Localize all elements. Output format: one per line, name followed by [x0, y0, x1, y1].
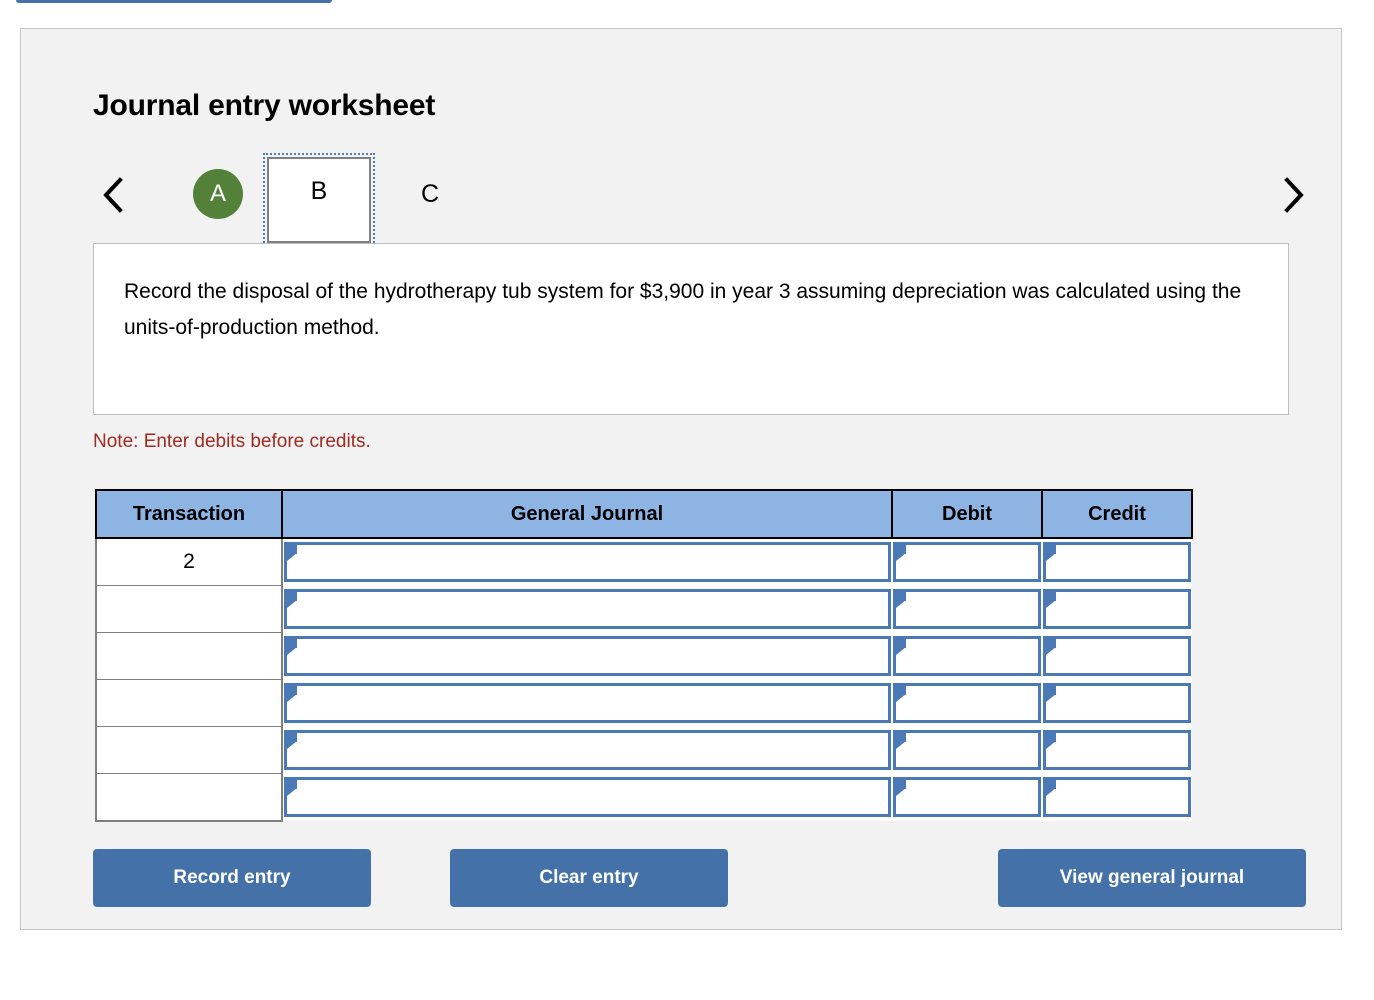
- general-journal-input[interactable]: [284, 730, 891, 770]
- table-header-row: Transaction General Journal Debit Credit: [95, 489, 1193, 539]
- general-journal-input[interactable]: [284, 777, 891, 818]
- next-tab-button[interactable]: [1273, 171, 1313, 219]
- page-root: Journal entry worksheet A B C Record the…: [0, 0, 1374, 1000]
- debit-cell: [892, 773, 1042, 821]
- prev-tab-button[interactable]: [93, 171, 133, 219]
- general-journal-cell: [282, 773, 892, 821]
- debit-input[interactable]: [893, 730, 1041, 770]
- debit-cell: [892, 726, 1042, 774]
- credit-input[interactable]: [1043, 777, 1191, 818]
- debit-input[interactable]: [893, 589, 1041, 629]
- table-row: [95, 679, 1192, 727]
- clear-entry-button[interactable]: Clear entry: [450, 849, 728, 907]
- worksheet-tab-c-label: C: [420, 179, 440, 208]
- debit-cell: [892, 585, 1042, 633]
- chevron-left-icon: [100, 175, 126, 215]
- worksheet-tab-b[interactable]: B: [263, 153, 375, 247]
- transaction-number-cell: [95, 632, 283, 680]
- clipped-top-bar: [16, 0, 332, 3]
- journal-entry-table: Transaction General Journal Debit Credit…: [95, 489, 1193, 822]
- column-header-credit: Credit: [1041, 489, 1193, 539]
- table-row: [95, 632, 1192, 680]
- transaction-description-box: Record the disposal of the hydrotherapy …: [93, 243, 1289, 415]
- debit-cell: [892, 538, 1042, 586]
- general-journal-cell: [282, 726, 892, 774]
- chevron-right-icon: [1280, 175, 1306, 215]
- journal-entry-panel: Journal entry worksheet A B C Record the…: [20, 28, 1342, 930]
- debit-input[interactable]: [893, 777, 1041, 818]
- credit-cell: [1042, 632, 1192, 680]
- worksheet-tab-c[interactable]: C: [405, 169, 455, 219]
- transaction-number-cell: 2: [95, 537, 283, 586]
- debit-cell: [892, 679, 1042, 727]
- transaction-number-cell: [95, 726, 283, 774]
- page-title: Journal entry worksheet: [93, 89, 436, 122]
- record-entry-button[interactable]: Record entry: [93, 849, 371, 907]
- column-header-debit: Debit: [891, 489, 1043, 539]
- debit-cell: [892, 632, 1042, 680]
- transaction-number-cell: [95, 585, 283, 633]
- debit-input[interactable]: [893, 683, 1041, 723]
- transaction-description-text: Record the disposal of the hydrotherapy …: [124, 280, 1242, 339]
- credit-cell: [1042, 679, 1192, 727]
- credit-cell: [1042, 585, 1192, 633]
- general-journal-cell: [282, 679, 892, 727]
- general-journal-input[interactable]: [284, 542, 891, 583]
- table-row: [95, 585, 1192, 633]
- view-general-journal-button[interactable]: View general journal: [998, 849, 1306, 907]
- column-header-transaction: Transaction: [95, 489, 283, 539]
- credit-input[interactable]: [1043, 589, 1191, 629]
- transaction-number-cell: [95, 773, 283, 822]
- worksheet-tab-a-label: A: [209, 180, 226, 207]
- general-journal-input[interactable]: [284, 589, 891, 629]
- credit-cell: [1042, 538, 1192, 586]
- credit-input[interactable]: [1043, 730, 1191, 770]
- credit-cell: [1042, 773, 1192, 821]
- worksheet-tab-b-label: B: [310, 177, 328, 205]
- table-row: [95, 726, 1192, 774]
- table-row: [95, 773, 1192, 822]
- transaction-number-cell: [95, 679, 283, 727]
- debit-input[interactable]: [893, 542, 1041, 583]
- debit-input[interactable]: [893, 636, 1041, 676]
- general-journal-input[interactable]: [284, 636, 891, 676]
- general-journal-cell: [282, 585, 892, 633]
- general-journal-input[interactable]: [284, 683, 891, 723]
- column-header-general-journal: General Journal: [281, 489, 893, 539]
- general-journal-cell: [282, 632, 892, 680]
- debits-before-credits-note: Note: Enter debits before credits.: [93, 431, 371, 452]
- credit-input[interactable]: [1043, 542, 1191, 583]
- credit-input[interactable]: [1043, 636, 1191, 676]
- general-journal-cell: [282, 538, 892, 586]
- credit-cell: [1042, 726, 1192, 774]
- credit-input[interactable]: [1043, 683, 1191, 723]
- table-row: 2: [95, 537, 1192, 586]
- worksheet-tab-a[interactable]: A: [193, 169, 243, 219]
- worksheet-tabstrip: A B C: [93, 153, 1313, 247]
